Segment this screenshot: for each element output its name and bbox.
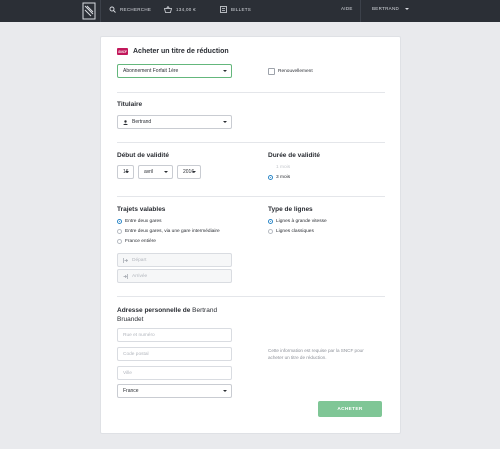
nav-separator [100,0,101,22]
divider [117,296,385,297]
validity-heading: Début de validité [117,152,170,159]
card-type-value: Abonnement Forfait 1ère [123,68,179,74]
help-label: AIDE [341,6,353,11]
user-icon [123,119,128,125]
sncf-logo: SNCF [117,48,128,55]
nav-tickets-label: BILLETS [231,7,252,12]
duration-option-3-months[interactable]: 3 mois [268,175,290,180]
holder-value: Bertrand [132,119,152,125]
address-info-text: Cette information est requise par la SNC… [268,348,364,360]
divider [117,92,385,93]
chevron-down-icon [125,171,129,173]
radio-button[interactable] [117,229,122,234]
zip-input[interactable]: Code postal [117,347,232,361]
divider [117,142,385,143]
chevron-down-icon [223,70,227,72]
help-link[interactable]: AIDE [341,6,353,11]
top-bar: RECHERCHE 134,00 € BILLETS AIDE BERTRAND [0,0,500,22]
holder-heading: Titulaire [117,101,143,108]
address-heading-prefix: Adresse personnelle de [117,307,193,314]
city-placeholder: Ville [123,370,132,376]
nav-search-label: RECHERCHE [120,7,152,12]
nav-search[interactable]: RECHERCHE [109,6,151,13]
divider [117,196,385,197]
line-type-heading: Type de lignes [268,206,313,213]
routes-heading: Trajets valables [117,206,166,213]
route-option-label: France entière [125,239,156,244]
search-icon [109,6,116,13]
radio-button-selected[interactable] [268,219,273,224]
nav-basket[interactable]: 134,00 € [164,6,196,13]
page-title: Acheter un titre de réduction [133,48,229,55]
nav-separator [360,0,361,22]
day-select[interactable]: 16 [117,165,134,179]
month-select[interactable]: avril [138,165,173,179]
line-type-option[interactable]: Lignes à grande vitesse [268,219,327,224]
user-menu[interactable]: BERTRAND [372,6,410,11]
route-option-label: Entre deux gares [125,219,162,224]
renewal-checkbox[interactable] [268,68,275,75]
chevron-down-icon [164,171,168,173]
duration-option-label: 1 mois [276,165,291,170]
country-value: France [123,388,139,394]
departure-input[interactable]: Départ [117,253,232,267]
route-option[interactable]: France entière [117,239,156,244]
radio-button-selected[interactable] [268,175,273,180]
arrival-icon [123,273,128,279]
duration-heading: Durée de validité [268,152,321,159]
arrival-input[interactable]: Arrivée [117,269,232,283]
buy-button[interactable]: ACHETER [318,401,382,417]
route-option-label: Entre deux gares, via une gare intermédi… [125,229,220,234]
chevron-down-icon [223,121,227,123]
line-type-option[interactable]: Lignes classiques [268,229,314,234]
route-option[interactable]: Entre deux gares [117,219,162,224]
address-heading: Adresse personnelle de Bertrand Bruandet [117,306,227,324]
duration-option-label: 3 mois [276,175,291,180]
arrival-placeholder: Arrivée [132,273,148,279]
radio-button[interactable] [268,229,273,234]
departure-icon [123,257,128,263]
departure-placeholder: Départ [132,257,147,263]
renewal-label: Renouvellement [278,69,313,74]
duration-option-1-month[interactable]: 1 mois [268,165,290,170]
year-select[interactable]: 2016 [177,165,201,179]
month-value: avril [144,169,154,175]
line-type-option-label: Lignes à grande vitesse [276,219,327,224]
chevron-down-icon [192,171,196,173]
card-type-select[interactable]: Abonnement Forfait 1ère [117,64,232,78]
logo-icon[interactable] [82,2,96,20]
user-name: BERTRAND [372,6,400,11]
radio-button-selected[interactable] [117,219,122,224]
city-input[interactable]: Ville [117,366,232,380]
radio-button[interactable] [117,239,122,244]
chevron-down-icon [223,390,227,392]
street-placeholder: Rue et numéro [123,332,155,338]
basket-icon [164,6,172,13]
country-select[interactable]: France [117,384,232,398]
street-input[interactable]: Rue et numéro [117,328,232,342]
route-option[interactable]: Entre deux gares, via une gare intermédi… [117,229,220,234]
holder-select[interactable]: Bertrand [117,115,232,129]
zip-placeholder: Code postal [123,351,149,357]
nav-tickets[interactable]: BILLETS [220,6,251,13]
line-type-option-label: Lignes classiques [276,229,314,234]
chevron-down-icon [405,7,410,10]
nav-basket-label: 134,00 € [176,7,196,12]
ticket-icon [220,6,227,13]
